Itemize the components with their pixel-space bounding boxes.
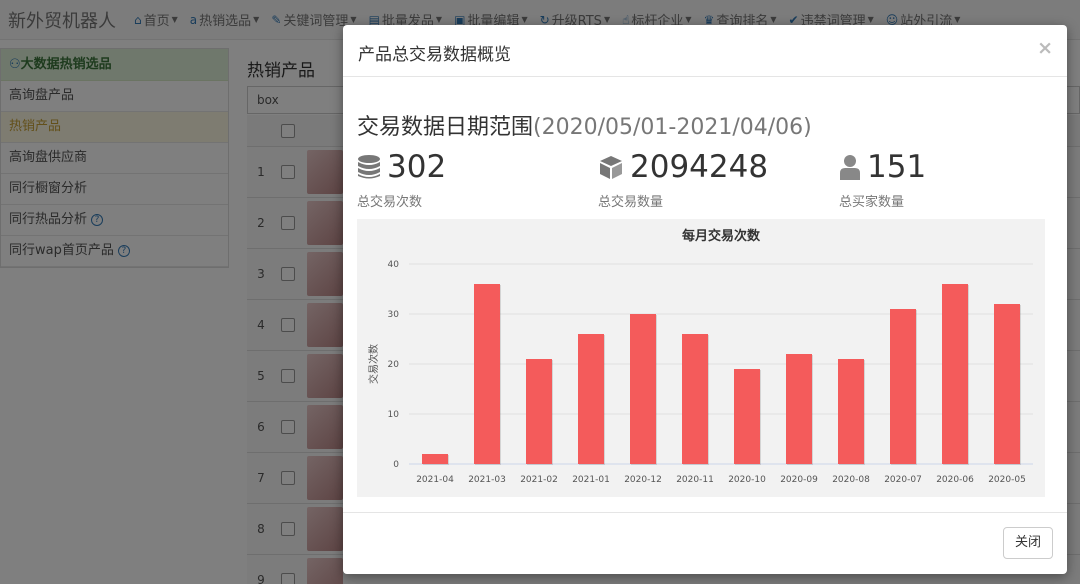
y-axis-title: 交易次数 bbox=[367, 344, 380, 384]
stat-total-quantity: 2094248 总交易数量 bbox=[598, 149, 818, 210]
bar bbox=[734, 369, 760, 464]
x-tick-label: 2020-07 bbox=[884, 475, 922, 485]
monthly-transactions-chart: 每月交易次数 0 10 20 30 40 交易次数 2021-04 2021-03 2021-02… bbox=[357, 219, 1045, 497]
transaction-overview-modal: 产品总交易数据概览 × 交易数据日期范围(2020/05/01-2021/04/… bbox=[343, 25, 1067, 574]
close-icon[interactable]: × bbox=[1037, 37, 1053, 59]
x-tick-label: 2020-05 bbox=[988, 475, 1026, 485]
bar bbox=[890, 309, 916, 464]
stat-label: 总交易次数 bbox=[357, 195, 423, 210]
x-tick-label: 2020-08 bbox=[832, 475, 870, 485]
bar bbox=[630, 314, 656, 464]
date-range-dates: (2020/05/01-2021/04/06) bbox=[533, 115, 812, 140]
x-tick-label: 2020-12 bbox=[624, 475, 662, 485]
y-tick-label: 40 bbox=[388, 260, 400, 270]
stat-label: 总买家数量 bbox=[839, 195, 905, 210]
x-tick-label: 2020-06 bbox=[936, 475, 974, 485]
x-tick-label: 2021-02 bbox=[520, 475, 558, 485]
y-tick-label: 10 bbox=[388, 410, 400, 420]
modal-title: 产品总交易数据概览 bbox=[358, 45, 511, 65]
chart-title: 每月交易次数 bbox=[682, 228, 761, 244]
bar bbox=[994, 304, 1020, 464]
x-tick-label: 2021-03 bbox=[468, 475, 506, 485]
x-tick-label: 2020-09 bbox=[780, 475, 818, 485]
close-button[interactable]: 关闭 bbox=[1003, 527, 1053, 559]
stat-value: 151 bbox=[867, 149, 927, 185]
x-tick-label: 2021-04 bbox=[416, 475, 454, 485]
modal-header: 产品总交易数据概览 × bbox=[343, 25, 1067, 77]
stat-label: 总交易数量 bbox=[598, 195, 664, 210]
x-tick-label: 2021-01 bbox=[572, 475, 610, 485]
cube-icon bbox=[600, 156, 622, 179]
date-range-heading: 交易数据日期范围(2020/05/01-2021/04/06) bbox=[357, 109, 812, 141]
bar bbox=[526, 359, 552, 464]
y-tick-label: 0 bbox=[393, 460, 399, 470]
y-tick-label: 30 bbox=[388, 310, 400, 320]
x-tick-label: 2020-11 bbox=[676, 475, 714, 485]
y-tick-label: 20 bbox=[388, 360, 400, 370]
bar bbox=[942, 284, 968, 464]
chart-svg: 每月交易次数 0 10 20 30 40 交易次数 2021-04 2021-03 2021-02… bbox=[367, 228, 1033, 485]
bar bbox=[474, 284, 500, 464]
bar bbox=[786, 354, 812, 464]
database-icon bbox=[358, 155, 380, 179]
bar bbox=[422, 454, 448, 464]
stat-total-transactions: 302 总交易次数 bbox=[357, 149, 577, 210]
stat-value: 302 bbox=[387, 149, 447, 185]
bar bbox=[838, 359, 864, 464]
user-icon bbox=[840, 155, 860, 180]
date-range-label: 交易数据日期范围 bbox=[357, 115, 534, 140]
bar bbox=[682, 334, 708, 464]
x-tick-label: 2020-10 bbox=[728, 475, 766, 485]
bar bbox=[578, 334, 604, 464]
stat-value: 2094248 bbox=[630, 149, 769, 185]
modal-footer: 关闭 bbox=[343, 512, 1067, 574]
stat-total-buyers: 151 总买家数量 bbox=[839, 149, 1059, 210]
